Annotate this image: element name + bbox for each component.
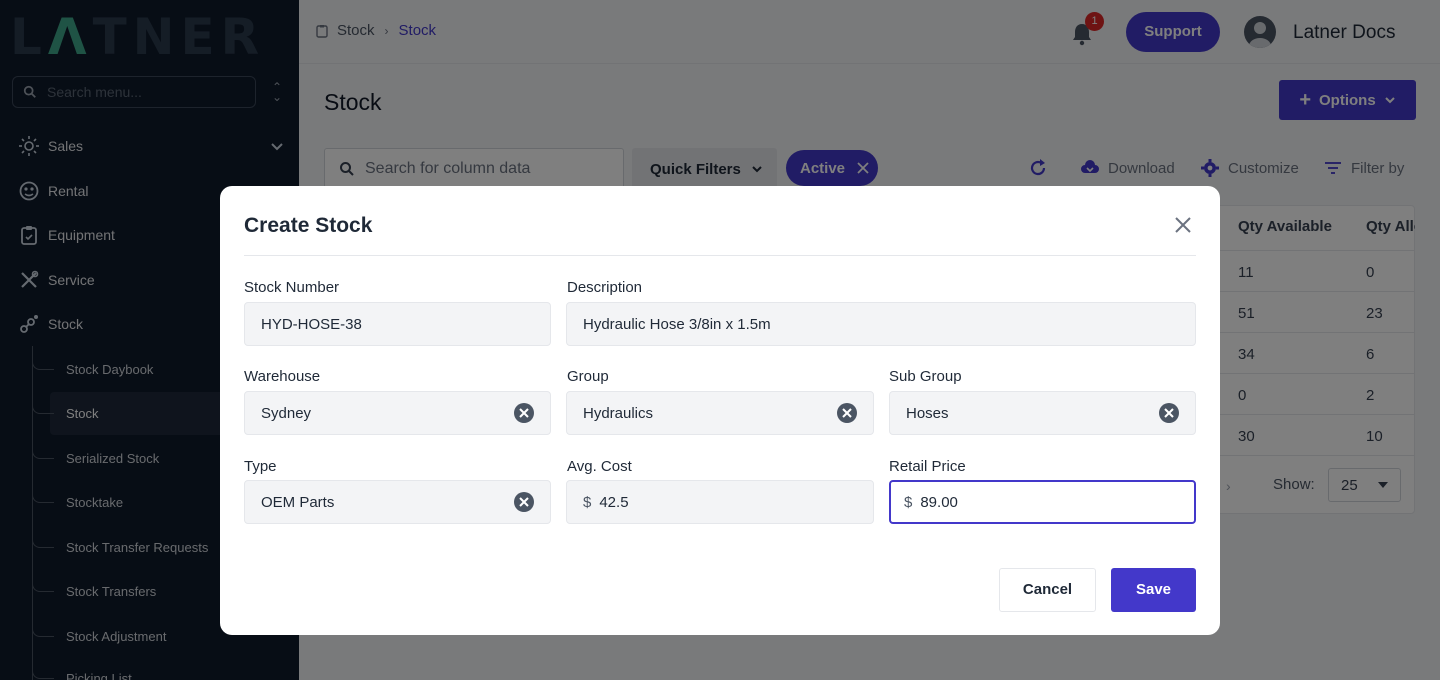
sub-group-label: Sub Group: [889, 368, 962, 385]
currency-symbol: $: [904, 493, 913, 511]
save-button[interactable]: Save: [1111, 568, 1196, 612]
avg-cost-value: 42.5: [599, 493, 629, 511]
currency-symbol: $: [583, 493, 592, 511]
warehouse-select[interactable]: Sydney: [244, 391, 551, 435]
warehouse-value: Sydney: [261, 404, 312, 422]
type-value: OEM Parts: [261, 493, 335, 511]
warehouse-label: Warehouse: [244, 368, 321, 385]
clear-icon[interactable]: [514, 492, 534, 512]
description-label: Description: [567, 279, 643, 296]
retail-price-value: 89.00: [920, 493, 958, 511]
stock-number-field[interactable]: HYD-HOSE-38: [244, 302, 551, 346]
group-value: Hydraulics: [583, 404, 654, 422]
create-stock-modal: Create Stock Stock Number HYD-HOSE-38 De…: [220, 186, 1220, 635]
modal-title: Create Stock: [244, 214, 373, 237]
clear-icon[interactable]: [1159, 403, 1179, 423]
group-label: Group: [567, 368, 609, 385]
clear-icon[interactable]: [837, 403, 857, 423]
avg-cost-label: Avg. Cost: [567, 458, 632, 475]
sub-group-select[interactable]: Hoses: [889, 391, 1196, 435]
cancel-button[interactable]: Cancel: [999, 568, 1096, 612]
close-icon[interactable]: [1172, 214, 1194, 236]
stock-number-value: HYD-HOSE-38: [261, 315, 362, 333]
avg-cost-field[interactable]: $ 42.5: [566, 480, 874, 524]
stock-number-label: Stock Number: [244, 279, 340, 296]
retail-price-field[interactable]: $ 89.00: [889, 480, 1196, 524]
retail-price-label: Retail Price: [889, 458, 966, 475]
sub-group-value: Hoses: [906, 404, 949, 422]
description-value: Hydraulic Hose 3/8in x 1.5m: [583, 315, 771, 333]
divider: [244, 255, 1196, 256]
description-field[interactable]: Hydraulic Hose 3/8in x 1.5m: [566, 302, 1196, 346]
type-label: Type: [244, 458, 277, 475]
clear-icon[interactable]: [514, 403, 534, 423]
group-select[interactable]: Hydraulics: [566, 391, 874, 435]
type-select[interactable]: OEM Parts: [244, 480, 551, 524]
